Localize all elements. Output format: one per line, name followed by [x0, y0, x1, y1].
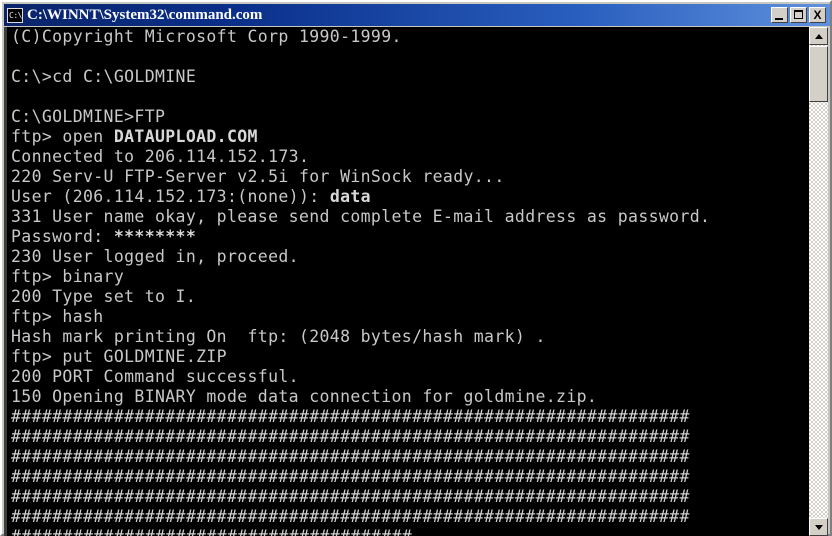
scroll-down-arrow-icon — [814, 524, 823, 530]
terminal-user-input: DATAUPLOAD.COM — [113, 127, 258, 146]
minimize-button[interactable] — [771, 7, 788, 23]
terminal-line: ########################################… — [11, 507, 690, 526]
terminal-user-input: data — [329, 187, 371, 206]
scroll-up-arrow-icon — [814, 33, 823, 39]
terminal-line: Hash mark printing On ftp: (2048 bytes/h… — [11, 327, 546, 346]
terminal-line-prefix: User (206.114.152.173:(none)): — [11, 187, 330, 206]
terminal-user-input: ******** — [113, 227, 197, 246]
terminal-line: 200 PORT Command successful. — [11, 367, 299, 386]
terminal-line: ftp> hash — [11, 307, 104, 326]
terminal-line: ########################################… — [11, 467, 690, 486]
close-icon: X — [813, 8, 822, 22]
minimize-icon — [772, 8, 787, 22]
terminal-line: Connected to 206.114.152.173. — [11, 147, 310, 166]
ms-dos-prompt-icon[interactable]: C:\ — [7, 7, 23, 23]
window-controls: X — [771, 7, 826, 23]
terminal-line: 230 User logged in, proceed. — [11, 247, 299, 266]
scroll-up-button[interactable] — [809, 27, 828, 45]
terminal-line: C:\>cd C:\GOLDMINE — [11, 67, 197, 86]
terminal-line: ####################################### — [11, 527, 809, 536]
maximize-button[interactable] — [790, 7, 807, 23]
terminal-line: 200 Type set to I. — [11, 287, 197, 306]
terminal-line: (C)Copyright Microsoft Corp 1990-1999. — [11, 27, 402, 46]
maximize-icon — [791, 8, 806, 22]
terminal-line: 220 Serv-U FTP-Server v2.5i for WinSock … — [11, 167, 505, 186]
terminal-line: ########################################… — [11, 447, 690, 466]
scroll-down-button[interactable] — [809, 518, 828, 536]
scrollbar-thumb[interactable] — [809, 46, 828, 102]
command-prompt-window: C:\ C:\WINNT\System32\command.com X (C)C… — [0, 0, 832, 536]
terminal-line: 150 Opening BINARY mode data connection … — [11, 387, 598, 406]
terminal-lines: (C)Copyright Microsoft Corp 1990-1999. C:… — [11, 27, 809, 536]
terminal-line: Password: ******** — [11, 227, 809, 247]
terminal-line-prefix: ftp> open — [11, 127, 114, 146]
vertical-scrollbar[interactable] — [809, 27, 828, 536]
close-button[interactable]: X — [809, 7, 826, 23]
terminal-line: User (206.114.152.173:(none)): data — [11, 187, 809, 207]
window-title: C:\WINNT\System32\command.com — [27, 6, 263, 23]
console-left-edge — [4, 27, 7, 536]
terminal-line: C:\GOLDMINE>FTP — [11, 107, 166, 126]
terminal-line: 331 User name okay, please send complete… — [11, 207, 711, 226]
titlebar[interactable]: C:\ C:\WINNT\System32\command.com X — [4, 4, 830, 26]
terminal-line: ########################################… — [11, 427, 690, 446]
terminal-line: ftp> put GOLDMINE.ZIP — [11, 347, 227, 366]
terminal-line: ########################################… — [11, 487, 690, 506]
ms-dos-prompt-icon-glyph: C:\ — [9, 10, 22, 20]
terminal-line: ftp> open DATAUPLOAD.COM — [11, 127, 809, 147]
terminal-line: ftp> binary — [11, 267, 125, 286]
terminal-output[interactable]: (C)Copyright Microsoft Corp 1990-1999. C:… — [4, 27, 809, 536]
terminal-line-prefix: Password: — [11, 227, 114, 246]
terminal-line: ########################################… — [11, 407, 690, 426]
